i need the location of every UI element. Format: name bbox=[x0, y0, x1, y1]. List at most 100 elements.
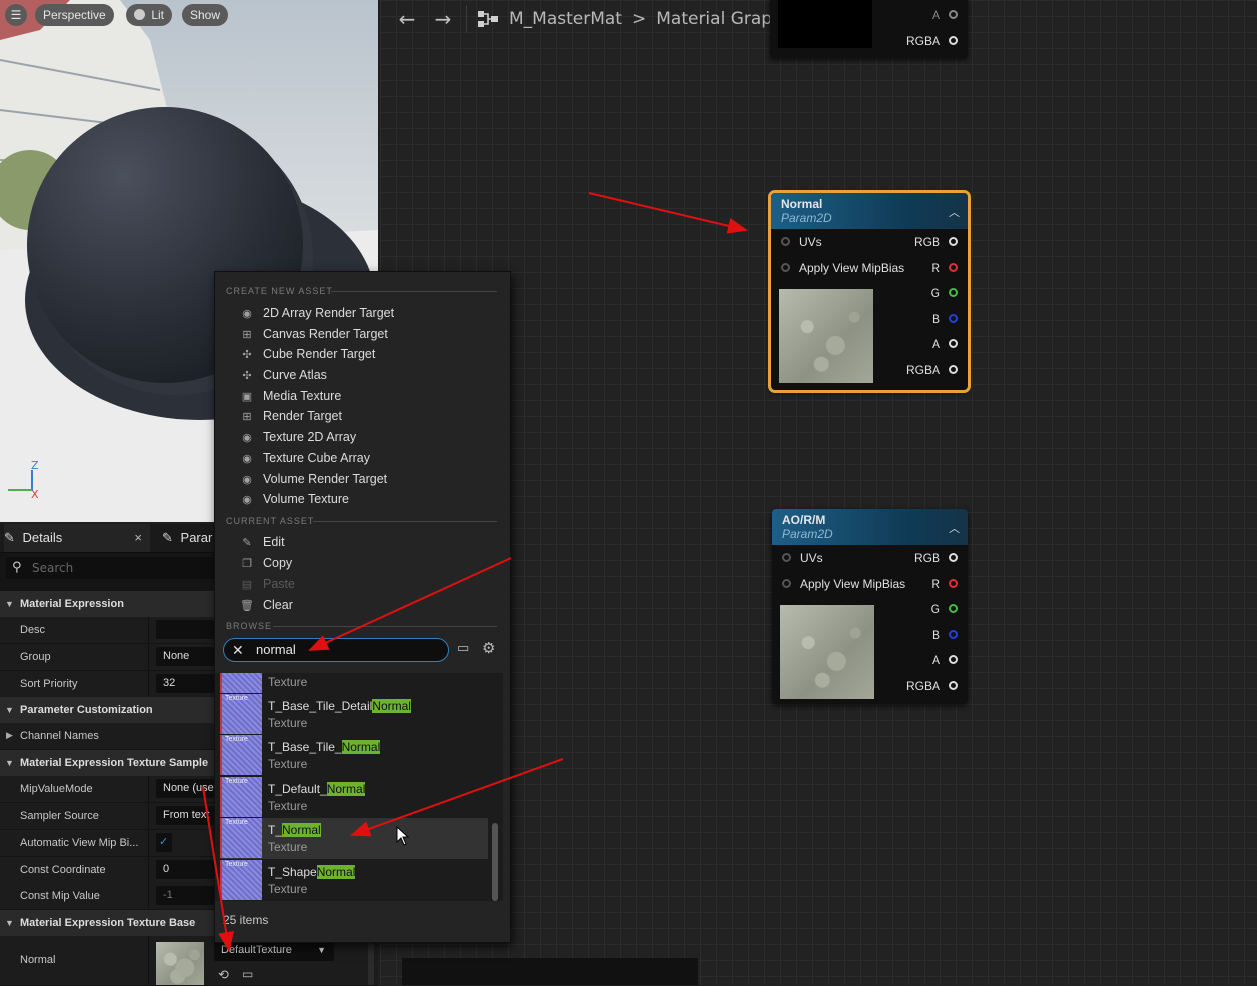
copy-icon: ❐ bbox=[242, 558, 252, 570]
menu-item-paste[interactable]: ▤ Paste bbox=[239, 574, 295, 594]
texture-thumbnail[interactable] bbox=[156, 942, 204, 985]
output-label: A bbox=[931, 653, 940, 667]
graph-toolbar: ← → M_MasterMat > Material Graph bbox=[380, 0, 794, 38]
hamburger-icon: ☰ bbox=[10, 8, 22, 22]
node-header[interactable]: Normal Param2D ︿ bbox=[771, 193, 968, 229]
chevron-down-icon: ▼ bbox=[5, 705, 14, 715]
output-label: R bbox=[931, 260, 940, 275]
graph-bottom-panel bbox=[402, 958, 698, 985]
group-input[interactable]: None bbox=[156, 647, 214, 666]
menu-item-curve-atlas[interactable]: ✣ Curve Atlas bbox=[239, 365, 327, 385]
breadcrumb-asset[interactable]: M_MasterMat bbox=[509, 9, 622, 29]
menu-item-volume-render-target[interactable]: ◉ Volume Render Target bbox=[239, 469, 387, 489]
mip-value-mode-dropdown[interactable]: None (use bbox=[156, 779, 214, 798]
curve-atlas-icon: ✣ bbox=[242, 370, 252, 382]
node-subtitle: Param2D bbox=[782, 527, 833, 541]
output-pin-icon[interactable] bbox=[949, 36, 958, 45]
breadcrumb-graph[interactable]: Material Graph bbox=[656, 9, 783, 29]
collapse-chevron-icon[interactable]: ︿ bbox=[949, 520, 960, 536]
use-selected-icon[interactable]: ⟲ bbox=[218, 967, 229, 983]
menu-item-media-texture[interactable]: ▣ Media Texture bbox=[239, 386, 342, 406]
menu-item-2d-array-render-target[interactable]: ◉ 2D Array Render Target bbox=[239, 303, 394, 323]
output-label: A bbox=[931, 337, 940, 351]
menu-item-render-target[interactable]: ⊞ Render Target bbox=[239, 406, 342, 426]
sort-priority-input[interactable]: 32 bbox=[156, 674, 214, 693]
output-pin-icon[interactable] bbox=[949, 364, 958, 374]
asset-list-item[interactable]: Texture T_Default_Normal Texture bbox=[220, 777, 488, 818]
menu-item-cube-render-target[interactable]: ✣ Cube Render Target bbox=[239, 344, 375, 364]
details-splitter[interactable] bbox=[368, 939, 374, 985]
asset-list-item[interactable]: Texture T_Base_Tile_Normal Texture bbox=[220, 735, 488, 776]
auto-view-mip-checkbox[interactable]: ✓ bbox=[156, 833, 172, 852]
texture-asset-dropdown[interactable]: DefaultTexture ▼ bbox=[214, 940, 334, 961]
desc-input[interactable] bbox=[156, 620, 214, 639]
asset-list-item[interactable]: Texture T_Base_Tile_DetailNormal Texture bbox=[220, 694, 488, 735]
output-pin-icon[interactable] bbox=[949, 288, 958, 297]
const-coordinate-input[interactable]: 0 bbox=[156, 860, 214, 879]
asset-list-item[interactable]: Texture T_ShapeNormal Texture bbox=[220, 860, 488, 901]
const-mip-value-input[interactable]: -1 bbox=[156, 886, 214, 905]
asset-list-item-selected[interactable]: Texture T_Normal Texture bbox=[220, 818, 488, 859]
clear-search-icon[interactable]: ✕ bbox=[232, 639, 244, 661]
output-pin-icon[interactable] bbox=[949, 629, 958, 639]
input-pin-icon[interactable] bbox=[782, 553, 791, 562]
folder-icon[interactable]: ▭ bbox=[457, 641, 469, 656]
material-graph-canvas[interactable] bbox=[380, 0, 1257, 985]
output-pin-icon[interactable] bbox=[949, 313, 958, 323]
sampler-source-dropdown[interactable]: From text bbox=[156, 806, 214, 825]
menu-item-volume-texture[interactable]: ◉ Volume Texture bbox=[239, 489, 349, 509]
axis-x-label: X bbox=[31, 488, 39, 501]
input-pin-icon[interactable] bbox=[781, 262, 790, 272]
graph-icon bbox=[477, 10, 499, 28]
output-pin-icon[interactable] bbox=[949, 339, 958, 348]
view-mode-button[interactable]: Perspective bbox=[35, 4, 114, 26]
viewport-menu-button[interactable]: ☰ bbox=[5, 4, 27, 26]
node-row-a: A bbox=[771, 331, 968, 357]
chevron-down-icon: ▼ bbox=[5, 758, 14, 768]
asset-icon: ◉ bbox=[242, 308, 252, 320]
output-pin-icon[interactable] bbox=[949, 655, 958, 664]
menu-item-texture-2d-array[interactable]: ◉ Texture 2D Array bbox=[239, 427, 356, 447]
browse-header: BROWSE bbox=[226, 621, 273, 631]
output-pin-icon[interactable] bbox=[949, 237, 958, 246]
tab-parameters[interactable]: ✎ Parar bbox=[162, 524, 212, 552]
output-label: B bbox=[931, 311, 940, 326]
input-pin-icon[interactable] bbox=[782, 578, 791, 588]
menu-item-canvas-render-target[interactable]: ⊞ Canvas Render Target bbox=[239, 324, 387, 344]
input-label: UVs bbox=[799, 235, 822, 249]
collapse-chevron-icon[interactable]: ︿ bbox=[949, 204, 960, 220]
close-icon[interactable]: × bbox=[134, 524, 142, 552]
browse-folder-icon[interactable]: ▭ bbox=[242, 967, 253, 981]
input-label: Apply View MipBias bbox=[799, 260, 905, 275]
gear-icon[interactable]: ⚙ bbox=[482, 639, 495, 657]
asset-list-scrollbar[interactable] bbox=[492, 823, 498, 901]
texture-param-node-aorm[interactable]: AO/R/M Param2D ︿ UVs RGB Apply View MipB… bbox=[772, 509, 968, 704]
details-search-input[interactable]: ⚲ Search bbox=[6, 557, 216, 579]
asset-list-item[interactable]: Texture Texture bbox=[220, 673, 488, 694]
output-pin-icon[interactable] bbox=[949, 262, 958, 272]
output-pin-icon[interactable] bbox=[949, 553, 958, 562]
asset-list[interactable]: Texture Texture Texture T_Base_Tile_Deta… bbox=[215, 673, 503, 901]
menu-item-clear[interactable]: 🗑 Clear bbox=[239, 595, 293, 615]
tab-details[interactable]: ✎ Details × bbox=[4, 524, 150, 552]
menu-item-texture-cube-array[interactable]: ◉ Texture Cube Array bbox=[239, 448, 370, 468]
show-button[interactable]: Show bbox=[182, 4, 229, 26]
cube-icon: ✣ bbox=[242, 349, 252, 361]
asset-search-input[interactable]: ✕ normal bbox=[223, 638, 449, 662]
output-pin-icon[interactable] bbox=[949, 578, 958, 588]
forward-arrow-icon[interactable]: → bbox=[430, 7, 456, 31]
top-texture-node[interactable]: A RGBA bbox=[770, 0, 968, 58]
menu-item-copy[interactable]: ❐ Copy bbox=[239, 553, 292, 573]
output-pin-icon[interactable] bbox=[949, 604, 958, 613]
asset-icon: ◉ bbox=[242, 453, 252, 465]
texture-thumbnail: Texture bbox=[220, 818, 262, 858]
lighting-mode-button[interactable]: Lit bbox=[126, 4, 173, 26]
output-label: RGB bbox=[913, 551, 940, 565]
input-pin-icon[interactable] bbox=[781, 237, 790, 246]
menu-item-edit[interactable]: ✎ Edit bbox=[239, 532, 284, 552]
back-arrow-icon[interactable]: ← bbox=[394, 7, 420, 31]
texture-param-node-normal[interactable]: Normal Param2D ︿ UVs RGB Apply View MipB… bbox=[768, 190, 971, 393]
asset-icon: ◉ bbox=[242, 494, 252, 506]
output-pin-icon[interactable] bbox=[949, 680, 958, 690]
node-header[interactable]: AO/R/M Param2D ︿ bbox=[772, 509, 968, 545]
